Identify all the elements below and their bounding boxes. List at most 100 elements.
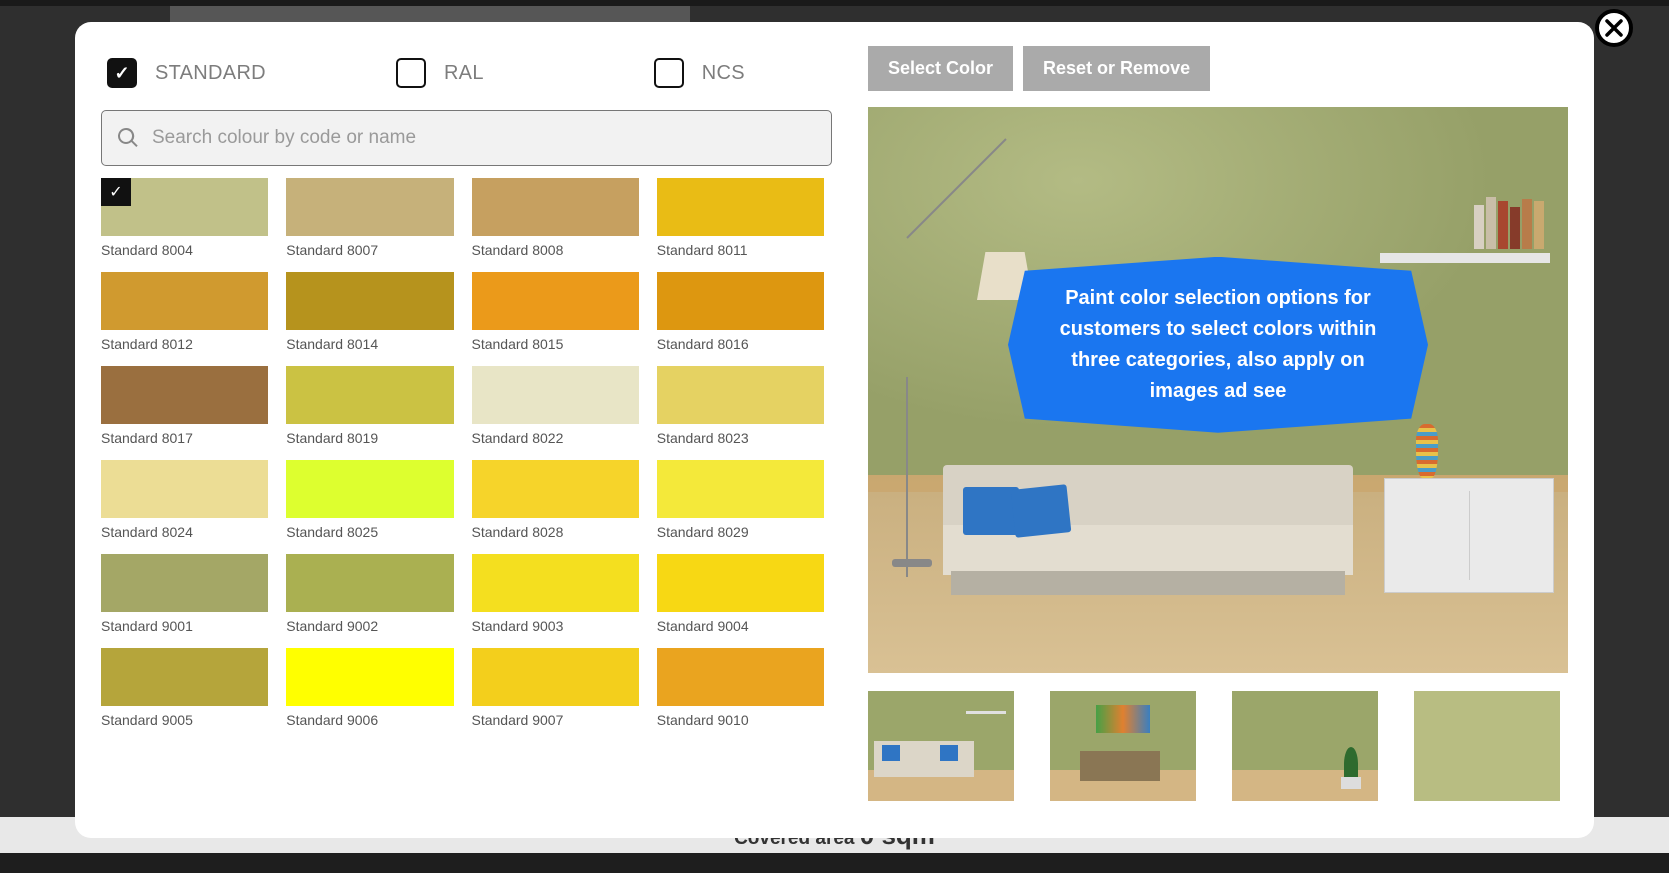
swatch-item[interactable]: Standard 8024 <box>101 460 268 540</box>
swatch-color <box>657 460 824 518</box>
swatch-label: Standard 8007 <box>286 242 453 258</box>
cabinet <box>1384 478 1554 593</box>
swatch-label: Standard 9001 <box>101 618 268 634</box>
category-row: STANDARD RAL NCS <box>101 46 832 88</box>
swatch-scroll[interactable]: ✓ Standard 8004 Standard 8007 Standard 8008… <box>101 178 832 814</box>
swatch-item[interactable]: Standard 8011 <box>657 178 824 258</box>
swatch-color <box>101 366 268 424</box>
swatch-label: Standard 8024 <box>101 524 268 540</box>
swatch-color <box>286 554 453 612</box>
swatch-item[interactable]: Standard 8015 <box>472 272 639 352</box>
swatch-grid: ✓ Standard 8004 Standard 8007 Standard 8008… <box>101 178 824 728</box>
swatch-item[interactable]: ✓ Standard 8004 <box>101 178 268 258</box>
swatch-item[interactable]: Standard 9007 <box>472 648 639 728</box>
room-thumbnail-3[interactable] <box>1232 691 1378 801</box>
swatch-item[interactable]: Standard 8023 <box>657 366 824 446</box>
category-label: RAL <box>444 62 484 85</box>
reset-remove-button[interactable]: Reset or Remove <box>1023 46 1210 91</box>
swatch-label: Standard 8004 <box>101 242 268 258</box>
swatch-color <box>286 460 453 518</box>
swatch-color <box>472 178 639 236</box>
swatch-item[interactable]: Standard 8012 <box>101 272 268 352</box>
swatch-color <box>657 272 824 330</box>
swatch-label: Standard 9006 <box>286 712 453 728</box>
swatch-color <box>101 648 268 706</box>
swatch-label: Standard 8017 <box>101 430 268 446</box>
swatch-color: ✓ <box>101 178 268 236</box>
category-ncs[interactable]: NCS <box>654 58 745 88</box>
swatch-item[interactable]: Standard 9001 <box>101 554 268 634</box>
close-icon <box>1604 18 1624 38</box>
category-ral[interactable]: RAL <box>396 58 484 88</box>
swatch-item[interactable]: Standard 9010 <box>657 648 824 728</box>
category-checkbox[interactable] <box>654 58 684 88</box>
swatch-label: Standard 8008 <box>472 242 639 258</box>
close-button[interactable] <box>1595 9 1633 47</box>
swatch-item[interactable]: Standard 8007 <box>286 178 453 258</box>
sofa <box>943 465 1353 595</box>
category-checkbox[interactable] <box>396 58 426 88</box>
swatch-label: Standard 8029 <box>657 524 824 540</box>
swatch-item[interactable]: Standard 8028 <box>472 460 639 540</box>
swatch-color <box>472 648 639 706</box>
color-picker-modal: STANDARD RAL NCS ✓ Standard 8004 Standard 80… <box>75 22 1594 838</box>
swatch-item[interactable]: Standard 8014 <box>286 272 453 352</box>
left-pane: STANDARD RAL NCS ✓ Standard 8004 Standard 80… <box>101 46 832 814</box>
swatch-item[interactable]: Standard 9006 <box>286 648 453 728</box>
books <box>1474 197 1544 249</box>
swatch-label: Standard 8023 <box>657 430 824 446</box>
swatch-item[interactable]: Standard 9002 <box>286 554 453 634</box>
swatch-item[interactable]: Standard 8019 <box>286 366 453 446</box>
swatch-label: Standard 8016 <box>657 336 824 352</box>
category-checkbox[interactable] <box>107 58 137 88</box>
select-color-button[interactable]: Select Color <box>868 46 1013 91</box>
swatch-label: Standard 8019 <box>286 430 453 446</box>
swatch-item[interactable]: Standard 9005 <box>101 648 268 728</box>
swatch-color <box>286 272 453 330</box>
search-wrap <box>101 110 832 166</box>
swatch-label: Standard 9002 <box>286 618 453 634</box>
swatch-item[interactable]: Standard 8008 <box>472 178 639 258</box>
swatch-label: Standard 9007 <box>472 712 639 728</box>
swatch-item[interactable]: Standard 8029 <box>657 460 824 540</box>
swatch-color <box>286 648 453 706</box>
room-thumbnail-2[interactable] <box>1050 691 1196 801</box>
category-standard[interactable]: STANDARD <box>107 58 266 88</box>
room-thumbnail-1[interactable] <box>868 691 1014 801</box>
thumbnail-row <box>868 691 1568 801</box>
swatch-color <box>657 366 824 424</box>
swatch-color <box>286 178 453 236</box>
swatch-label: Standard 9004 <box>657 618 824 634</box>
swatch-label: Standard 8022 <box>472 430 639 446</box>
swatch-color <box>472 460 639 518</box>
swatch-color <box>286 366 453 424</box>
swatch-color <box>657 648 824 706</box>
swatch-item[interactable]: Standard 8025 <box>286 460 453 540</box>
swatch-color <box>101 272 268 330</box>
swatch-item[interactable]: Standard 8016 <box>657 272 824 352</box>
swatch-color <box>472 272 639 330</box>
room-thumbnail-4[interactable] <box>1414 691 1560 801</box>
search-icon <box>116 126 140 150</box>
swatch-color <box>657 178 824 236</box>
swatch-color <box>657 554 824 612</box>
swatch-label: Standard 8014 <box>286 336 453 352</box>
swatch-label: Standard 9003 <box>472 618 639 634</box>
swatch-item[interactable]: Standard 9004 <box>657 554 824 634</box>
swatch-color <box>101 460 268 518</box>
category-label: NCS <box>702 62 745 85</box>
preview-main: Paint color selection options for custom… <box>868 107 1568 673</box>
swatch-color <box>472 366 639 424</box>
swatch-label: Standard 8015 <box>472 336 639 352</box>
swatch-label: Standard 9010 <box>657 712 824 728</box>
right-pane: Select Color Reset or Remove <box>868 46 1568 814</box>
search-input[interactable] <box>152 127 817 149</box>
swatch-label: Standard 8012 <box>101 336 268 352</box>
swatch-item[interactable]: Standard 9003 <box>472 554 639 634</box>
swatch-label: Standard 8025 <box>286 524 453 540</box>
swatch-color <box>472 554 639 612</box>
vase <box>1416 424 1438 478</box>
swatch-item[interactable]: Standard 8017 <box>101 366 268 446</box>
swatch-item[interactable]: Standard 8022 <box>472 366 639 446</box>
swatch-label: Standard 9005 <box>101 712 268 728</box>
